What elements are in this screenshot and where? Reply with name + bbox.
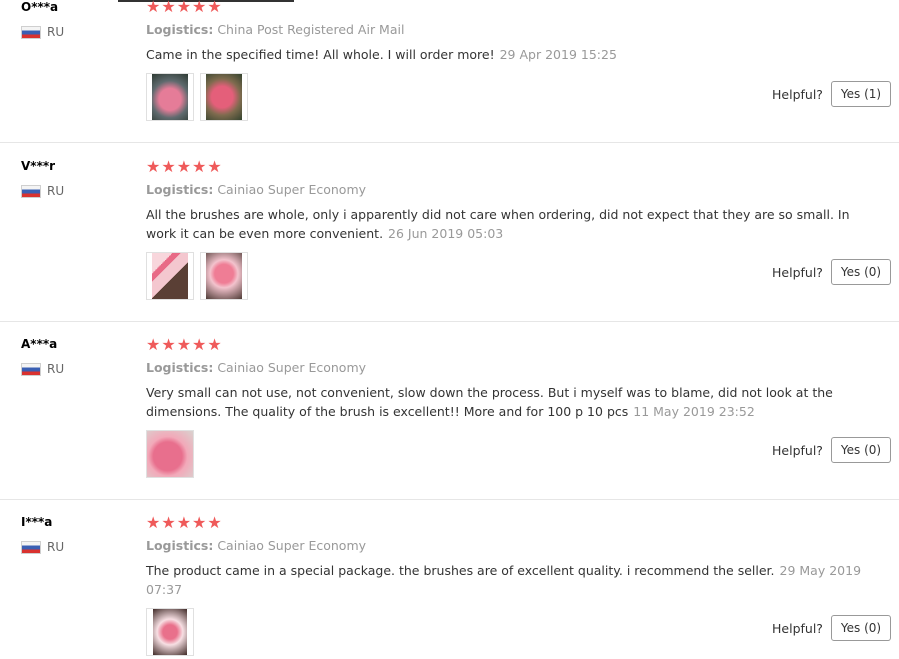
logistics-value: Cainiao Super Economy: [217, 538, 367, 553]
review-body: The product came in a special package. t…: [146, 563, 775, 578]
photo-image: [153, 609, 187, 655]
helpful-label: Helpful?: [772, 265, 823, 280]
reviewer-name: O***a: [21, 0, 59, 14]
photo-image: [152, 74, 188, 120]
review-text: The product came in a special package. t…: [146, 561, 870, 599]
helpful-label: Helpful?: [772, 87, 823, 102]
star-rating: ★★★★★: [146, 335, 223, 354]
country-code: RU: [47, 184, 65, 198]
photo-image: [147, 431, 193, 477]
review-date: 11 May 2019 23:52: [633, 404, 755, 419]
review-item: V***r RU ★★★★★ Logistics: Cainiao Super …: [0, 144, 899, 322]
country-code: RU: [47, 25, 65, 39]
logistics-value: China Post Registered Air Mail: [217, 22, 405, 37]
review-photo-thumbnail[interactable]: [200, 252, 248, 300]
country-code: RU: [47, 362, 65, 376]
review-photos: [146, 252, 248, 300]
review-photo-thumbnail[interactable]: [146, 608, 194, 656]
review-text: Came in the specified time! All whole. I…: [146, 45, 870, 64]
review-photos: [146, 73, 248, 121]
review-photos: [146, 608, 194, 656]
helpful-label: Helpful?: [772, 443, 823, 458]
russia-flag-icon: [21, 540, 41, 554]
russia-flag-icon: [21, 362, 41, 376]
review-text: Very small can not use, not convenient, …: [146, 383, 870, 421]
helpful-label: Helpful?: [772, 621, 823, 636]
logistics-value: Cainiao Super Economy: [217, 360, 367, 375]
review-photos: [146, 430, 194, 478]
logistics-value: Cainiao Super Economy: [217, 182, 367, 197]
review-body: Came in the specified time! All whole. I…: [146, 47, 495, 62]
reviewer-name: V***r: [21, 159, 56, 173]
review-photo-thumbnail[interactable]: [146, 73, 194, 121]
helpful-yes-button[interactable]: Yes (0): [831, 437, 891, 463]
reviewer-country: RU: [21, 540, 64, 554]
review-photo-thumbnail[interactable]: [146, 430, 194, 478]
star-rating: ★★★★★: [146, 157, 223, 176]
logistics-info: Logistics: Cainiao Super Economy: [146, 538, 366, 554]
reviewer-name: A***a: [21, 337, 58, 351]
review-item: A***a RU ★★★★★ Logistics: Cainiao Super …: [0, 322, 899, 500]
helpful-yes-button[interactable]: Yes (1): [831, 81, 891, 107]
star-rating: ★★★★★: [146, 513, 223, 532]
logistics-info: Logistics: Cainiao Super Economy: [146, 360, 366, 376]
photo-image: [206, 253, 242, 299]
helpful-yes-button[interactable]: Yes (0): [831, 259, 891, 285]
russia-flag-icon: [21, 184, 41, 198]
review-item: O***a RU ★★★★★ Logistics: China Post Reg…: [0, 0, 899, 143]
photo-image: [152, 253, 188, 299]
review-date: 26 Jun 2019 05:03: [388, 226, 504, 241]
logistics-label: Logistics:: [146, 182, 214, 197]
reviewer-country: RU: [21, 25, 64, 39]
logistics-info: Logistics: China Post Registered Air Mai…: [146, 22, 404, 38]
reviewer-name: I***a: [21, 515, 53, 529]
country-code: RU: [47, 540, 65, 554]
photo-image: [206, 74, 242, 120]
helpful-yes-button[interactable]: Yes (0): [831, 615, 891, 641]
reviewer-country: RU: [21, 362, 64, 376]
reviewer-country: RU: [21, 184, 64, 198]
review-item: I***a RU ★★★★★ Logistics: Cainiao Super …: [0, 500, 899, 659]
review-text: All the brushes are whole, only i appare…: [146, 205, 870, 243]
russia-flag-icon: [21, 25, 41, 39]
review-date: 29 Apr 2019 15:25: [499, 47, 617, 62]
logistics-info: Logistics: Cainiao Super Economy: [146, 182, 366, 198]
review-photo-thumbnail[interactable]: [200, 73, 248, 121]
star-rating: ★★★★★: [146, 0, 223, 16]
logistics-label: Logistics:: [146, 22, 214, 37]
logistics-label: Logistics:: [146, 538, 214, 553]
review-photo-thumbnail[interactable]: [146, 252, 194, 300]
logistics-label: Logistics:: [146, 360, 214, 375]
